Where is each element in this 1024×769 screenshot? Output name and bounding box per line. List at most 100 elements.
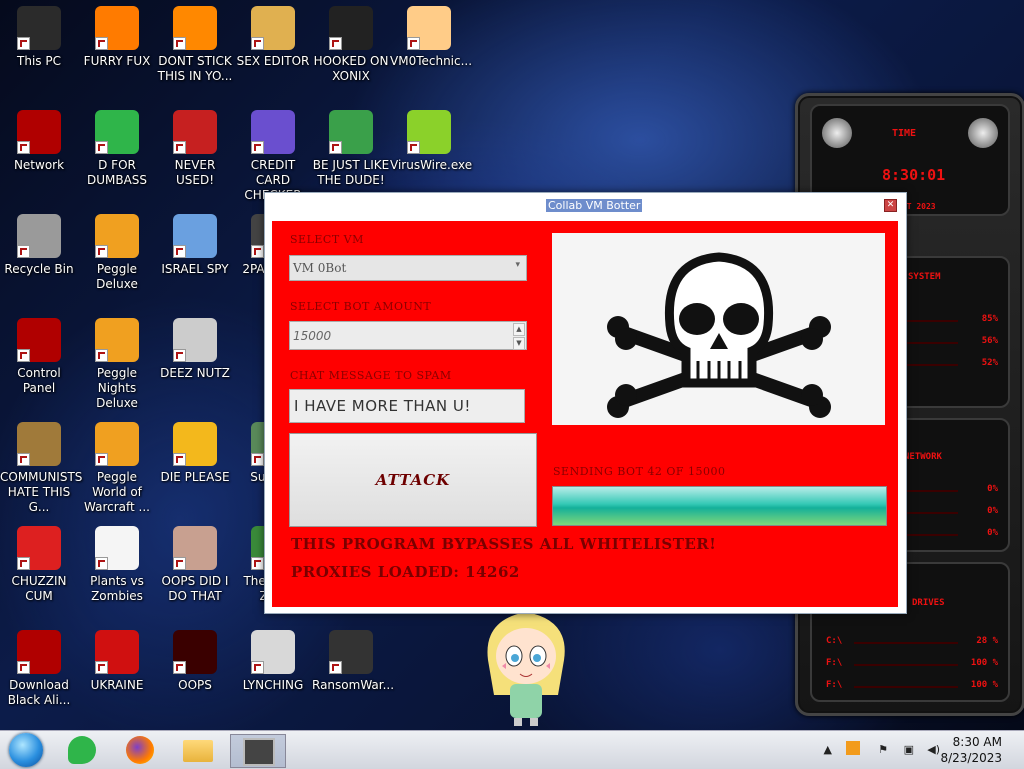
desktop-icon[interactable]: VirusWire.exe xyxy=(390,110,472,173)
taskbar-clock[interactable]: 8:30 AM 8/23/2023 xyxy=(940,734,1002,766)
desktop-icon[interactable]: CREDIT CARD CHECKER xyxy=(234,110,312,203)
chat-message-label: CHAT MESSAGE TO SPAM xyxy=(290,369,452,382)
bot-amount-stepper[interactable]: 15000 ▲ ▼ xyxy=(289,321,527,350)
desktop-icon-label: Download Black Ali... xyxy=(7,678,71,707)
firefox-icon[interactable] xyxy=(124,734,156,766)
desktop-icon[interactable]: DONT STICK THIS IN YO... xyxy=(156,6,234,84)
window-titlebar[interactable]: Collab VM Botter ✕ xyxy=(265,193,906,216)
shortcut-arrow-icon xyxy=(17,661,30,674)
alien-head-icon xyxy=(822,118,852,148)
money-bag-icon xyxy=(17,422,61,466)
desktop-icon[interactable]: Control Panel xyxy=(0,318,78,396)
shortcut-arrow-icon xyxy=(95,349,108,362)
peggle-nights-icon xyxy=(95,318,139,362)
network-icon[interactable]: ▣ xyxy=(904,743,914,756)
desktop-icon[interactable]: LYNCHING xyxy=(234,630,312,693)
desktop-icon[interactable]: COMMUNISTS HATE THIS G... xyxy=(0,422,82,515)
chevron-up-icon[interactable]: ▲ xyxy=(824,743,832,756)
gadget-network-value: 0% xyxy=(987,528,998,538)
shortcut-arrow-icon xyxy=(17,37,30,50)
control-panel-icon xyxy=(17,318,61,362)
select-vm-dropdown[interactable]: VM 0Bot ▾ xyxy=(289,255,527,281)
desktop-icon[interactable]: OOPS DID I DO THAT xyxy=(156,526,234,604)
desktop-icon[interactable]: UKRAINE xyxy=(78,630,156,693)
windows-stack-icon xyxy=(173,318,217,362)
stepper-up-icon[interactable]: ▲ xyxy=(513,323,525,336)
shortcut-arrow-icon xyxy=(95,661,108,674)
shortcut-arrow-icon xyxy=(173,349,186,362)
gadget-network-value: 0% xyxy=(987,484,998,494)
app-tray-icon[interactable] xyxy=(846,741,860,755)
gadget-system-value: 52% xyxy=(981,358,998,368)
clock-time: 8:30 AM xyxy=(952,735,1002,749)
desktop-icon[interactable]: DEEZ NUTZ xyxy=(156,318,234,381)
gadget-system-value: 56% xyxy=(981,336,998,346)
desktop-icon-label: CHUZZIN CUM xyxy=(11,574,67,603)
desktop-icon[interactable]: RansomWar... xyxy=(312,630,394,693)
volume-icon[interactable]: ◀) xyxy=(927,743,940,756)
desktop-icon[interactable]: Plants vs Zombies xyxy=(78,526,156,604)
start-orb-icon[interactable] xyxy=(9,733,43,767)
desktop-icon[interactable]: Peggle Deluxe xyxy=(78,214,156,292)
shortcut-arrow-icon xyxy=(329,141,342,154)
desktop-icon[interactable]: D FOR DUMBASS xyxy=(78,110,156,188)
desktop-icon[interactable]: DIE PLEASE xyxy=(156,422,234,485)
desktop-icon[interactable]: Recycle Bin xyxy=(0,214,78,277)
desktop-icon[interactable]: VM0Technic... xyxy=(390,6,473,69)
credit-card-icon xyxy=(251,110,295,154)
desktop-icon[interactable]: SEX EDITOR xyxy=(234,6,312,69)
speech-bubble-icon[interactable] xyxy=(66,734,98,766)
chat-message-value: I HAVE MORE THAN U! xyxy=(294,397,471,415)
desktop-icon-label: SEX EDITOR xyxy=(236,54,310,68)
desktop-icon[interactable]: This PC xyxy=(0,6,78,69)
desktop-icon-label: FURRY FUX xyxy=(83,54,151,68)
stepper-buttons[interactable]: ▲ ▼ xyxy=(513,323,525,350)
desktop-icon-label: BE JUST LIKE THE DUDE! xyxy=(312,158,390,187)
close-button[interactable]: ✕ xyxy=(884,199,897,212)
file-explorer-icon[interactable] xyxy=(182,734,214,766)
book-icon xyxy=(173,630,217,674)
xonix-icon xyxy=(329,6,373,50)
botter-app-icon[interactable] xyxy=(230,734,286,768)
stepper-down-icon[interactable]: ▼ xyxy=(513,337,525,350)
progress-fill xyxy=(553,487,886,525)
desktop-icon[interactable]: CHUZZIN CUM xyxy=(0,526,78,604)
desktop-icon-label: UKRAINE xyxy=(90,678,144,692)
desktop-icon-label: OOPS xyxy=(178,678,212,692)
de-icon xyxy=(173,422,217,466)
desktop-icon[interactable]: ISRAEL SPY xyxy=(156,214,234,277)
desktop-icon[interactable]: Network xyxy=(0,110,78,173)
chat-message-input[interactable]: I HAVE MORE THAN U! xyxy=(289,389,525,423)
collab-vm-botter-window[interactable]: Collab VM Botter ✕ SELECT VM VM 0Bot ▾ S… xyxy=(264,192,907,614)
desktop-icon[interactable]: Peggle World of Warcraft ... xyxy=(78,422,156,515)
portrait-icon xyxy=(173,526,217,570)
chuzzle-icon xyxy=(17,526,61,570)
select-vm-value: VM 0Bot xyxy=(293,261,347,275)
gadget-drive-value: 28 % xyxy=(976,636,998,646)
doctor-icon xyxy=(407,6,451,50)
desktop-icon-label: DEEZ NUTZ xyxy=(160,366,230,380)
desktop-icon-label: HOOKED ON XONIX xyxy=(313,54,389,83)
desktop-icon-label: VM0Technic... xyxy=(390,54,473,68)
attack-button[interactable]: ATTACK xyxy=(289,433,537,527)
desktop-icon[interactable]: NEVER USED! xyxy=(156,110,234,188)
desktop-icon-label: ISRAEL SPY xyxy=(161,262,229,276)
gadget-drive-value: 100 % xyxy=(970,658,998,668)
shortcut-arrow-icon xyxy=(251,557,264,570)
flag-icon[interactable]: ⚑ xyxy=(878,743,888,756)
desktop-icon-label: LYNCHING xyxy=(242,678,304,692)
bot-amount-label: SELECT BOT AMOUNT xyxy=(290,300,432,313)
desktop-icon[interactable]: Peggle Nights Deluxe xyxy=(78,318,156,411)
gadget-drives-label: DRIVES xyxy=(912,598,945,608)
window-title: Collab VM Botter xyxy=(546,199,643,212)
desktop-icon[interactable]: BE JUST LIKE THE DUDE! xyxy=(312,110,390,188)
desktop-icon[interactable]: FURRY FUX xyxy=(78,6,156,69)
status-label: SENDING BOT 42 OF 15000 xyxy=(553,465,726,478)
desktop-icon-label: Recycle Bin xyxy=(4,262,74,276)
desktop-icon[interactable]: HOOKED ON XONIX xyxy=(312,6,390,84)
proxies-loaded: PROXIES LOADED: 14262 xyxy=(291,563,520,581)
desktop-icon[interactable]: Download Black Ali... xyxy=(0,630,78,708)
desktop-icon[interactable]: OOPS xyxy=(156,630,234,693)
shortcut-arrow-icon xyxy=(173,141,186,154)
shortcut-arrow-icon xyxy=(17,557,30,570)
